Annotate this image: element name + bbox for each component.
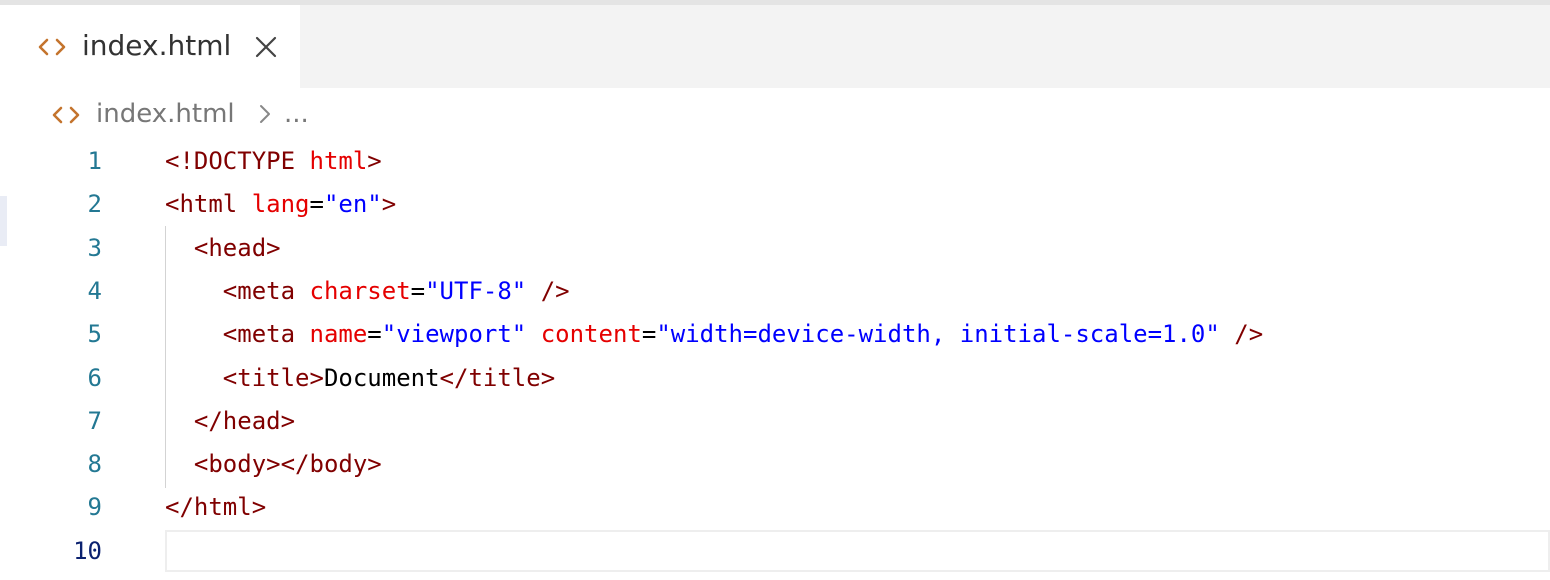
- line-number: 9: [87, 493, 102, 522]
- line-content: <head>: [165, 227, 281, 270]
- code-token-attr: lang: [251, 190, 310, 219]
- line-content: </head>: [165, 400, 295, 443]
- breadcrumb-file[interactable]: index.html: [96, 95, 235, 133]
- html-file-icon: [38, 38, 66, 56]
- line-number: 5: [87, 320, 102, 349]
- code-token-tag: <body></body>: [193, 450, 382, 479]
- code-token-attr: html: [309, 147, 368, 175]
- code-token-text: =: [410, 276, 426, 305]
- tab-index-html[interactable]: index.html: [0, 5, 300, 88]
- code-token-tag: />: [540, 276, 570, 305]
- code-line[interactable]: 2 <html lang="en">: [0, 183, 1550, 226]
- code-token-str: "width=device-width, initial-scale=1.0": [656, 320, 1220, 349]
- code-token-tag: <!DOCTYPE: [165, 147, 310, 175]
- code-token-tag: >: [381, 190, 397, 219]
- line-number: 7: [87, 406, 102, 435]
- code-token-attr: name: [309, 320, 368, 349]
- breadcrumb-more[interactable]: ...: [284, 95, 309, 133]
- code-line[interactable]: 8 <body></body>: [0, 443, 1550, 486]
- code-token-tag: <meta: [222, 276, 310, 305]
- code-line[interactable]: 4 <meta charset="UTF-8" />: [0, 270, 1550, 313]
- code-token-tag: >: [367, 147, 382, 175]
- code-token-text: =: [309, 190, 324, 219]
- code-token-str: "viewport": [381, 320, 527, 349]
- line-content: <title>Document</title>: [165, 357, 555, 400]
- line-number: 8: [87, 450, 102, 479]
- line-content: <!DOCTYPE html>: [165, 140, 382, 183]
- code-token-text: =: [641, 320, 657, 349]
- line-content: <meta name="viewport" content="width=dev…: [165, 313, 1263, 356]
- code-line[interactable]: 5 <meta name="viewport" content="width=d…: [0, 313, 1550, 356]
- line-content: <meta charset="UTF-8" />: [165, 270, 570, 313]
- code-token-tag: />: [1234, 320, 1264, 349]
- code-token-tag: </html>: [165, 493, 267, 522]
- code-token-text: =: [367, 320, 382, 349]
- code-token-str: "UTF-8": [425, 276, 527, 305]
- chevron-right-icon: [260, 105, 270, 123]
- code-line[interactable]: 3 <head>: [0, 227, 1550, 270]
- code-area[interactable]: 1 <!DOCTYPE html> 2 <html lang="en"> 3 <head…: [0, 140, 1550, 580]
- code-line[interactable]: 10: [0, 530, 1550, 573]
- code-line[interactable]: 1 <!DOCTYPE html>: [0, 140, 1550, 183]
- line-number: 2: [87, 190, 102, 219]
- code-line[interactable]: 6 <title>Document</title>: [0, 357, 1550, 400]
- line-number: 6: [87, 363, 102, 392]
- tab-label: index.html: [82, 29, 232, 62]
- line-number: 4: [87, 276, 102, 305]
- code-token-tag: </head>: [193, 406, 296, 435]
- breadcrumb: index.html ...: [0, 88, 1550, 140]
- code-token-text: Document: [323, 363, 440, 392]
- close-icon[interactable]: [252, 33, 280, 61]
- line-number: 10: [73, 536, 102, 565]
- code-token-tag: <title>: [222, 363, 324, 392]
- code-token-attr: content: [540, 320, 642, 349]
- code-token-tag: </title>: [439, 363, 556, 392]
- code-token-tag: <html: [165, 190, 252, 219]
- line-number: 3: [87, 233, 102, 262]
- line-number: 1: [87, 147, 102, 175]
- code-token-tag: <meta: [222, 320, 310, 349]
- code-token-attr: charset: [309, 276, 411, 305]
- line-content: <body></body>: [165, 443, 382, 486]
- html-file-icon: [52, 106, 80, 124]
- line-content: <html lang="en">: [165, 183, 396, 226]
- code-token-tag: <head>: [193, 233, 281, 262]
- code-line[interactable]: 7 </head>: [0, 400, 1550, 443]
- code-token-str: "en": [323, 190, 382, 219]
- code-line[interactable]: 9 </html>: [0, 486, 1550, 529]
- code-editor: index.html index.html ... 1 <!DOCTYPE htm…: [0, 0, 1550, 580]
- tab-bar: index.html: [0, 5, 1550, 88]
- line-content: </html>: [165, 486, 266, 529]
